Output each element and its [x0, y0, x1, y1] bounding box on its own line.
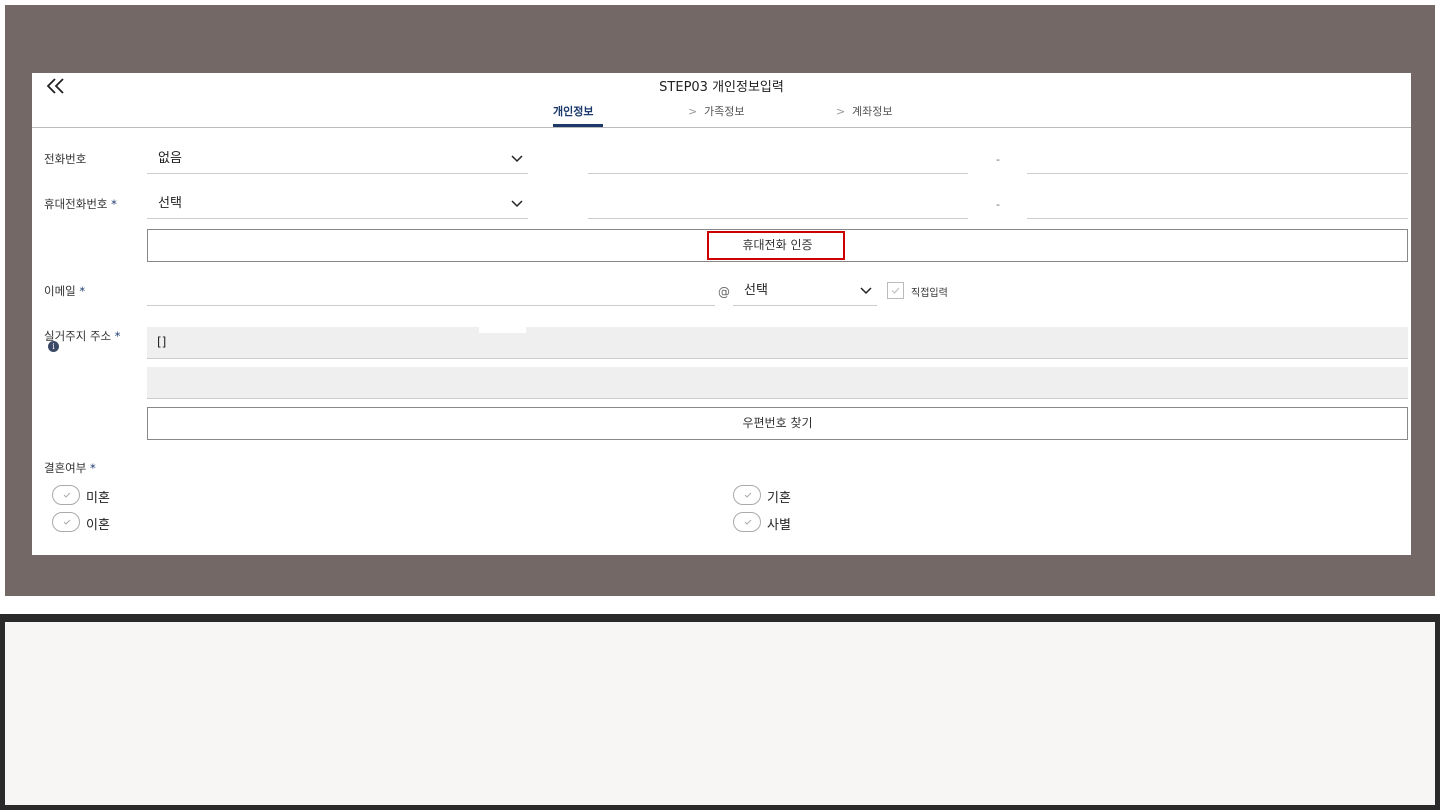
required-mark: *: [79, 284, 86, 298]
marriage-label: 결혼여부 *: [44, 460, 96, 476]
mobile-label-text: 휴대전화번호: [44, 197, 108, 211]
address-line1-value: []: [157, 335, 167, 349]
direct-input-checkbox[interactable]: [887, 282, 904, 299]
check-icon: [63, 492, 71, 498]
marriage-label-text: 결혼여부: [44, 461, 87, 475]
chevron-down-icon: [860, 287, 872, 295]
address-field-notch: [479, 327, 526, 333]
chevron-down-icon: [511, 155, 523, 163]
mobile-label: 휴대전화번호 *: [44, 196, 117, 212]
radio-divorced-label: 이혼: [86, 518, 110, 533]
info-icon[interactable]: i: [48, 341, 59, 352]
header-divider: [32, 127, 1411, 128]
radio-married[interactable]: [733, 485, 761, 505]
chevron-right-icon: >: [836, 105, 846, 118]
radio-widowed-label: 사별: [767, 518, 791, 533]
check-icon: [891, 287, 900, 294]
tab-personal-info[interactable]: 개인정보: [553, 103, 593, 119]
tab-account-info[interactable]: 계좌정보: [852, 103, 892, 119]
phone-area-select-value: 없음: [158, 151, 182, 166]
mobile-dash: -: [996, 198, 1000, 211]
radio-divorced[interactable]: [52, 512, 80, 532]
phone-last-input[interactable]: [1027, 146, 1408, 174]
personal-info-panel: STEP03 개인정보입력 개인정보 > 가족정보 > 계좌정보 전화번호 없음…: [32, 73, 1411, 555]
chevron-down-icon: [511, 200, 523, 208]
phone-label: 전화번호: [44, 152, 87, 166]
tab-family-info[interactable]: 가족정보: [704, 103, 744, 119]
address-line2-field[interactable]: [147, 367, 1408, 399]
phone-dash: -: [996, 153, 1000, 166]
mobile-middle-input[interactable]: [588, 191, 968, 219]
email-label: 이메일 *: [44, 283, 85, 299]
mobile-carrier-select[interactable]: 선택: [147, 191, 528, 219]
direct-input-label: 직접입력: [911, 288, 948, 299]
verify-highlight-box: [707, 231, 845, 260]
check-icon: [744, 492, 752, 498]
email-label-text: 이메일: [44, 284, 76, 298]
check-icon: [63, 519, 71, 525]
page-title: STEP03 개인정보입력: [659, 80, 784, 95]
email-domain-value: 선택: [744, 283, 768, 298]
zip-search-label: 우편번호 찾기: [742, 416, 813, 430]
check-icon: [744, 519, 752, 525]
radio-widowed[interactable]: [733, 512, 761, 532]
radio-single-label: 미혼: [86, 491, 110, 506]
required-mark: *: [114, 329, 121, 343]
email-domain-select[interactable]: 선택: [733, 278, 877, 306]
radio-married-label: 기혼: [767, 491, 791, 506]
mobile-select-value: 선택: [158, 196, 182, 211]
chevron-right-icon: >: [688, 105, 698, 118]
mobile-last-input[interactable]: [1027, 191, 1408, 219]
radio-single[interactable]: [52, 485, 80, 505]
zip-search-button[interactable]: 우편번호 찾기: [147, 407, 1408, 440]
step-tabs: 개인정보 > 가족정보 > 계좌정보: [32, 99, 1411, 127]
required-mark: *: [89, 461, 96, 475]
phone-area-select[interactable]: 없음: [147, 146, 528, 174]
at-sign: @: [718, 285, 730, 299]
email-id-input[interactable]: [147, 278, 715, 306]
bottom-blank-area: [5, 622, 1435, 805]
address-line1-field[interactable]: []: [147, 327, 1408, 359]
phone-middle-input[interactable]: [588, 146, 968, 174]
required-mark: *: [111, 197, 117, 211]
